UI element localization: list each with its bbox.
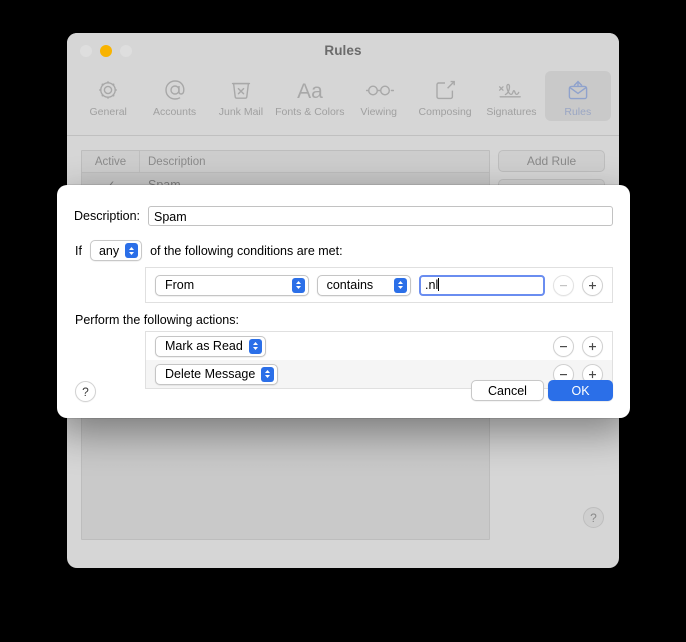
- ok-button[interactable]: OK: [548, 380, 613, 401]
- rules-table-header: Active Description: [82, 151, 489, 173]
- text-caret: [438, 277, 440, 291]
- screen: Rules General Accounts Junk Mail Aa Font…: [0, 0, 686, 642]
- rules-envelope-icon: [546, 75, 610, 105]
- sheet-footer: ? Cancel OK: [57, 372, 630, 418]
- add-condition-button[interactable]: [582, 274, 603, 296]
- match-mode-value: any: [98, 243, 120, 258]
- signature-icon: [479, 75, 543, 105]
- preferences-help-button[interactable]: ?: [583, 507, 604, 528]
- toolbar-label-general: General: [89, 106, 127, 118]
- add-rule-button[interactable]: Add Rule: [498, 150, 605, 172]
- toolbar-item-junk-mail[interactable]: Junk Mail: [208, 71, 274, 121]
- condition-operator-popup[interactable]: contains: [316, 274, 412, 296]
- toolbar-label-composing: Composing: [418, 106, 472, 118]
- condition-field-value: From: [165, 278, 195, 292]
- condition-value-input[interactable]: .nl: [419, 274, 545, 296]
- description-label: Description:: [74, 209, 140, 223]
- remove-condition-button[interactable]: [553, 274, 574, 296]
- cancel-button[interactable]: Cancel: [471, 380, 544, 401]
- toolbar-label-junk-mail: Junk Mail: [218, 106, 264, 118]
- edit-rule-sheet: Description: Spam If any of the followin…: [57, 185, 630, 418]
- chevron-updown-icon: [394, 277, 408, 293]
- window-titlebar: Rules: [67, 33, 619, 69]
- column-header-active[interactable]: Active: [82, 156, 139, 168]
- condition-field-popup[interactable]: From: [155, 274, 309, 296]
- column-header-description[interactable]: Description: [140, 156, 206, 168]
- aa-icon: Aa: [275, 75, 344, 105]
- svg-text:Aa: Aa: [297, 80, 323, 103]
- preferences-toolbar: General Accounts Junk Mail Aa Fonts & Co…: [67, 69, 619, 136]
- minus-icon: [560, 284, 567, 286]
- minus-icon: [560, 345, 567, 347]
- plus-icon: [589, 281, 596, 289]
- action-row-buttons: [545, 335, 603, 357]
- compose-pencil-icon: [413, 75, 477, 105]
- chevron-updown-icon: [125, 243, 139, 258]
- action-popup-mark-as-read[interactable]: Mark as Read: [155, 335, 266, 357]
- toolbar-label-rules: Rules: [564, 106, 592, 118]
- description-input[interactable]: Spam: [148, 206, 613, 226]
- sheet-help-button[interactable]: ?: [75, 381, 96, 402]
- remove-action-button[interactable]: [553, 335, 574, 357]
- chevron-updown-icon: [291, 277, 305, 293]
- conditions-label: of the following conditions are met:: [150, 243, 343, 258]
- toolbar-label-signatures: Signatures: [486, 106, 537, 118]
- action-value: Mark as Read: [165, 339, 243, 353]
- at-sign-icon: [142, 75, 206, 105]
- if-label: If: [75, 243, 82, 258]
- action-row: Mark as Read: [146, 332, 612, 360]
- toolbar-item-viewing[interactable]: Viewing: [346, 71, 412, 121]
- toolbar-item-general[interactable]: General: [75, 71, 141, 121]
- toolbar-label-viewing: Viewing: [360, 106, 398, 118]
- toolbar-label-accounts: Accounts: [152, 106, 197, 118]
- chevron-updown-icon: [248, 338, 262, 354]
- condition-value-text: .nl: [425, 277, 439, 292]
- toolbar-item-rules[interactable]: Rules: [544, 71, 611, 121]
- gear-icon: [76, 75, 140, 105]
- add-action-button[interactable]: [582, 335, 603, 357]
- actions-label: Perform the following actions:: [75, 313, 239, 327]
- conditions-list: From contains .nl: [145, 267, 613, 303]
- toolbar-item-composing[interactable]: Composing: [412, 71, 478, 121]
- toolbar-item-accounts[interactable]: Accounts: [141, 71, 207, 121]
- condition-row: From contains .nl: [146, 268, 612, 302]
- toolbar-item-fonts-colors[interactable]: Aa Fonts & Colors: [274, 71, 345, 121]
- window-title: Rules: [324, 43, 362, 58]
- toolbar-item-signatures[interactable]: Signatures: [478, 71, 544, 121]
- toolbar-label-fonts-colors: Fonts & Colors: [275, 106, 345, 118]
- junk-bin-icon: [209, 75, 273, 105]
- glasses-icon: [347, 75, 411, 105]
- match-mode-row: If any of the following conditions are m…: [75, 240, 343, 261]
- condition-operator-value: contains: [326, 278, 374, 292]
- plus-icon: [589, 342, 596, 350]
- match-mode-popup[interactable]: any: [89, 240, 143, 261]
- description-row: Description: Spam: [74, 206, 613, 226]
